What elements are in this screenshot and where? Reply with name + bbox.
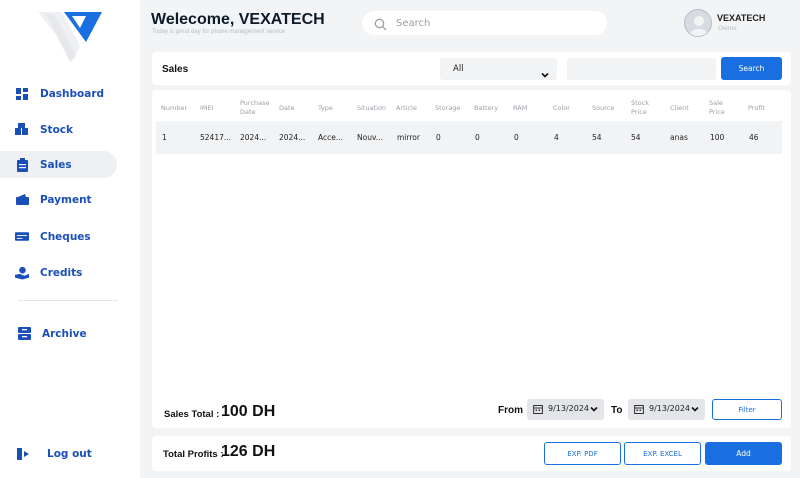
col-header: Profit	[748, 104, 765, 112]
table-cell: 52417...	[200, 133, 232, 142]
sidebar-item-label: Stock	[40, 123, 74, 136]
logout-icon	[16, 447, 30, 461]
chevron-down-icon	[590, 405, 598, 415]
col-header: Source	[592, 104, 615, 112]
user-role: Owner	[718, 25, 738, 32]
table-cell: 54	[592, 133, 602, 142]
table-cell: 4	[554, 133, 559, 142]
sidebar-item-label: Credits	[40, 266, 83, 279]
sidebar: Dashboard Stock Sales Payment Cheques Cr…	[0, 0, 140, 478]
table-cell: 100	[710, 133, 725, 142]
sidebar-item-credits[interactable]: Credits	[0, 259, 117, 286]
search-button[interactable]: Search	[721, 57, 782, 80]
col-header: Type	[318, 104, 333, 112]
col-header: RAM	[513, 104, 528, 112]
filter-button[interactable]: Filter	[712, 399, 782, 420]
col-header: Client	[670, 104, 689, 112]
table-cell: 2024...	[240, 133, 267, 142]
hand-coins-icon	[15, 266, 29, 280]
sidebar-item-stock[interactable]: Stock	[0, 116, 117, 143]
calendar-icon	[533, 404, 543, 416]
col-header: Situation	[357, 104, 387, 112]
col-header: Number	[161, 104, 188, 112]
sidebar-item-label: Sales	[40, 158, 72, 171]
sidebar-item-label: Cheques	[40, 230, 91, 243]
search-icon	[374, 16, 387, 35]
page-title: Welecome, VEXATECH	[151, 11, 325, 28]
sidebar-item-cheques[interactable]: Cheques	[0, 223, 117, 250]
total-profits-value: 126 DH	[221, 443, 276, 460]
col-header: Storage	[435, 104, 461, 112]
export-excel-button[interactable]: EXP. EXCEL	[624, 442, 701, 465]
col-header: IMEI	[200, 104, 214, 112]
table-cell: anas	[670, 133, 688, 142]
to-label: To	[611, 405, 623, 416]
from-label: From	[498, 405, 523, 416]
top-search-bar[interactable]	[362, 11, 607, 35]
sales-total-value: 100 DH	[221, 403, 276, 420]
archive-icon	[17, 327, 31, 341]
total-profits-label: Total Profits :	[163, 449, 224, 460]
cheque-icon	[15, 230, 29, 244]
add-button[interactable]: Add	[705, 442, 782, 465]
logout-button[interactable]: Log out	[0, 440, 117, 467]
sidebar-item-label: Dashboard	[40, 87, 105, 100]
sales-total-label: Sales Total :	[164, 409, 220, 420]
to-date-value: 9/13/2024	[649, 404, 691, 413]
table-cell: 2024...	[279, 133, 306, 142]
calendar-icon	[634, 404, 644, 416]
sidebar-item-archive[interactable]: Archive	[0, 320, 117, 347]
chevron-down-icon	[541, 64, 549, 83]
to-date-picker[interactable]: 9/13/2024	[628, 399, 705, 420]
search-input[interactable]	[396, 14, 596, 32]
wallet-icon	[15, 193, 29, 207]
col-header: Color	[553, 104, 570, 112]
grid-icon	[15, 87, 29, 101]
table-cell: Acce...	[318, 133, 344, 142]
clipboard-icon	[15, 157, 29, 172]
avatar[interactable]	[684, 9, 712, 37]
sales-title: Sales	[162, 64, 189, 75]
col-header: Stock Price	[631, 99, 649, 116]
sales-filter-select[interactable]: All	[440, 58, 557, 80]
col-header: Sale Price	[709, 99, 725, 116]
col-header: Purchase Date	[240, 99, 270, 116]
logout-label: Log out	[47, 447, 92, 460]
col-header: Date	[279, 104, 295, 112]
from-date-value: 9/13/2024	[548, 404, 590, 413]
table-cell: mirror	[397, 133, 420, 142]
sidebar-item-label: Payment	[40, 193, 92, 206]
table-cell: 0	[475, 133, 480, 142]
vexatech-logo	[34, 6, 108, 66]
col-header: Battery	[474, 104, 499, 112]
col-header: Article	[396, 104, 417, 112]
user-name: VEXATECH	[717, 13, 766, 23]
page-tagline: Today is great day for phone management …	[152, 29, 286, 35]
chevron-down-icon	[691, 405, 699, 415]
from-date-picker[interactable]: 9/13/2024	[527, 399, 604, 420]
table-cell: 0	[514, 133, 519, 142]
export-pdf-button[interactable]: EXP. PDF	[544, 442, 621, 465]
boxes-icon	[15, 123, 29, 137]
table-cell: 54	[631, 133, 641, 142]
select-value: All	[453, 64, 464, 74]
sidebar-item-sales[interactable]: Sales	[0, 151, 117, 178]
table-cell: Nouv...	[357, 133, 383, 142]
table-cell: 46	[749, 133, 759, 142]
sidebar-item-label: Archive	[42, 327, 87, 340]
sales-search-input[interactable]	[567, 58, 716, 80]
table-cell: 1	[162, 133, 167, 142]
sidebar-divider	[18, 300, 118, 301]
sidebar-item-dashboard[interactable]: Dashboard	[0, 80, 117, 107]
sidebar-item-payment[interactable]: Payment	[0, 186, 117, 213]
table-cell: 0	[436, 133, 441, 142]
